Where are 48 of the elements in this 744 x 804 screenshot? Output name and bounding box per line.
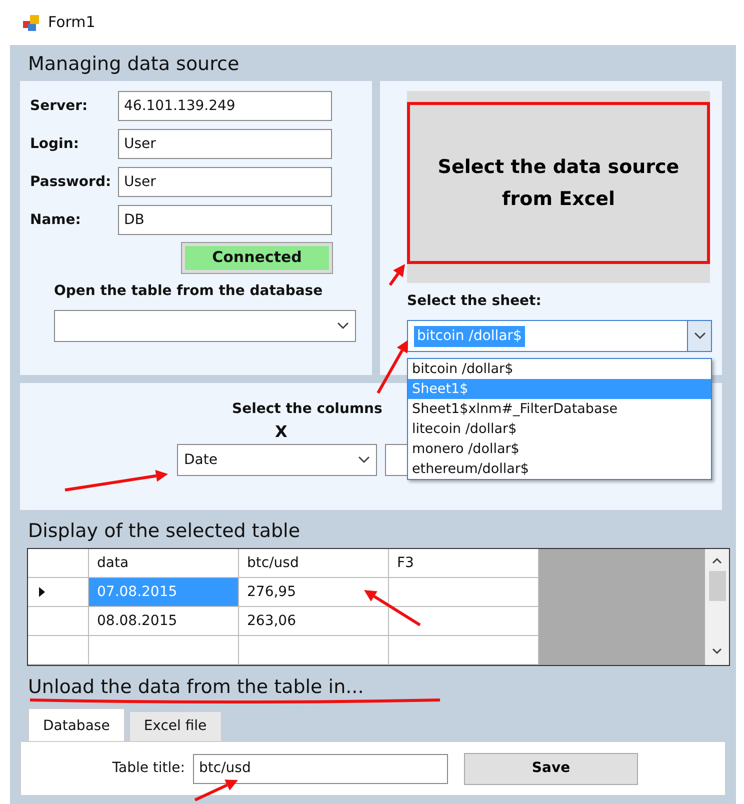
dropdown-option[interactable]: Sheet1$xlnm#_FilterDatabase xyxy=(408,399,711,419)
caret-icon xyxy=(337,322,349,330)
column-header[interactable]: btc/usd xyxy=(239,549,389,578)
field-label: Password: xyxy=(30,172,112,192)
field-label: Login: xyxy=(30,134,80,154)
input-field[interactable]: DB xyxy=(118,205,332,235)
table-cell: 07.08.2015 xyxy=(89,578,239,607)
input-field[interactable]: User xyxy=(118,167,332,197)
field-label: Name: xyxy=(30,210,82,230)
tab[interactable]: Database xyxy=(28,708,125,741)
field-label: Table title: xyxy=(111,759,185,778)
app-icon xyxy=(22,14,40,32)
caret-icon xyxy=(694,332,706,340)
annotation-arrow xyxy=(364,590,421,626)
input-field[interactable]: User xyxy=(118,129,332,159)
scroll-thumb[interactable] xyxy=(708,571,726,601)
axis-label: X xyxy=(275,421,288,443)
table-cell: 263,06 xyxy=(239,607,389,636)
row-header[interactable] xyxy=(28,607,89,636)
section-heading: Managing data source xyxy=(28,52,240,77)
caret-icon xyxy=(358,456,370,464)
section-heading: Display of the selected table xyxy=(28,519,302,544)
scrollbar[interactable] xyxy=(705,549,729,665)
dropdown-option[interactable]: bitcoin /dollar$ xyxy=(408,359,711,379)
status-indicator: Connected xyxy=(182,243,332,273)
field-label: Select the sheet: xyxy=(407,292,542,311)
window-title: Form1 xyxy=(48,12,96,34)
save-button[interactable]: Save xyxy=(464,752,638,784)
table-cell: 08.08.2015 xyxy=(89,607,239,636)
annotation-arrow xyxy=(388,264,405,286)
annotation-arrow xyxy=(194,780,238,802)
dropdown-option[interactable]: monero /dollar$ xyxy=(408,439,711,459)
input-field[interactable]: 46.101.139.249 xyxy=(118,91,332,121)
dropdown-option[interactable]: ethereum/dollar$ xyxy=(408,459,711,479)
tab[interactable]: Excel file xyxy=(128,711,222,741)
excel-source-button[interactable]: Select the data source from Excel xyxy=(407,102,710,264)
field-label: Open the table from the database xyxy=(54,282,324,301)
row-header xyxy=(28,549,89,578)
dropdown-field[interactable] xyxy=(54,310,356,342)
dropdown-option[interactable]: litecoin /dollar$ xyxy=(408,419,711,439)
input-field[interactable]: btc/usd xyxy=(193,754,448,784)
dropdown-field[interactable]: Date xyxy=(177,444,377,476)
row-header xyxy=(28,636,89,665)
current-row-icon xyxy=(38,586,46,598)
field-label: Server: xyxy=(30,96,89,116)
section-label: Select the columns xyxy=(232,400,382,419)
annotation-arrow xyxy=(376,340,408,394)
section-heading: Unload the data from the table in... xyxy=(28,675,365,700)
